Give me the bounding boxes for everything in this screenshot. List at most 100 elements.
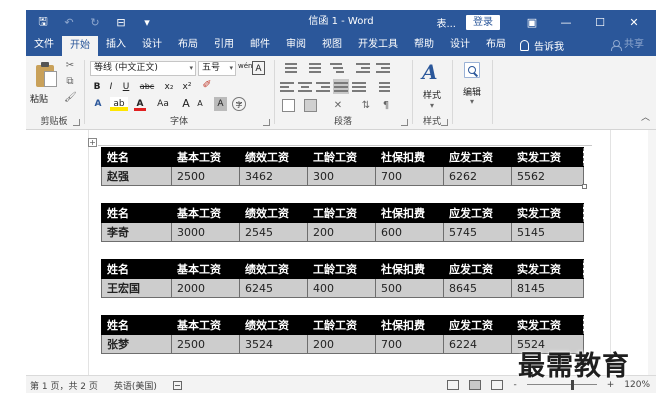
font-launcher-icon[interactable]	[263, 119, 270, 126]
strikethrough-button[interactable]: abc	[136, 80, 158, 94]
print-layout-icon[interactable]	[469, 380, 482, 390]
table-cell[interactable]: 8645	[443, 278, 512, 298]
table-header-cell[interactable]: 社保扣费	[375, 203, 444, 223]
read-mode-icon[interactable]	[447, 380, 460, 390]
highlight-button[interactable]: ab	[110, 97, 128, 111]
tab-home[interactable]: 开始	[62, 36, 98, 56]
table-header-cell[interactable]: 基本工资	[171, 203, 240, 223]
align-left-icon[interactable]	[280, 81, 294, 93]
table-header-cell[interactable]: 实发工资	[511, 203, 584, 223]
grow-font-button[interactable]: A	[180, 97, 192, 111]
table-header-cell[interactable]: 工龄工资	[307, 315, 376, 335]
table-cell[interactable]: 600	[375, 222, 444, 242]
page-count[interactable]: 第 1 页，共 2 页	[30, 379, 98, 392]
redo-icon[interactable]: ↻	[88, 15, 102, 29]
table-cell[interactable]: 6262	[443, 166, 512, 186]
table-cell[interactable]: 5145	[511, 222, 584, 242]
clear-format-icon[interactable]: ✐	[200, 78, 214, 92]
table-cell[interactable]: 2500	[171, 166, 240, 186]
table-cell[interactable]: 400	[307, 278, 376, 298]
table-cell[interactable]: 200	[307, 334, 376, 354]
table-cell[interactable]: 赵强	[101, 166, 172, 186]
italic-button[interactable]: I	[106, 80, 116, 94]
customize-icon[interactable]: ▾	[140, 15, 154, 29]
table-header-cell[interactable]: 姓名	[101, 147, 172, 167]
tab-design[interactable]: 设计	[134, 34, 170, 56]
salary-table[interactable]: 姓名 基本工资 绩效工资 工龄工资 社保扣费 应发工资 实发工资 张梦 2500 3524 200 7…	[101, 315, 584, 354]
table-header-cell[interactable]: 绩效工资	[239, 203, 308, 223]
multilevel-list-icon[interactable]	[328, 62, 346, 74]
superscript-button[interactable]: x²	[180, 80, 194, 94]
table-header-cell[interactable]: 基本工资	[171, 147, 240, 167]
cut-icon[interactable]: ✂	[64, 60, 76, 72]
table-header-cell[interactable]: 应发工资	[443, 259, 512, 279]
table-cell[interactable]: 李奇	[101, 222, 172, 242]
shading-icon[interactable]	[282, 99, 295, 112]
tab-review[interactable]: 审阅	[278, 34, 314, 56]
table-cell[interactable]: 500	[375, 278, 444, 298]
tab-references[interactable]: 引用	[206, 34, 242, 56]
table-header-cell[interactable]: 实发工资	[511, 259, 584, 279]
table-cell[interactable]: 700	[375, 334, 444, 354]
share-button[interactable]: 共享	[611, 34, 644, 56]
minimize-icon[interactable]: —	[552, 10, 580, 34]
sort-icon[interactable]: ⇅	[360, 100, 372, 112]
font-size-select[interactable]: 五号 ▾	[198, 61, 236, 76]
table-cell[interactable]: 3000	[171, 222, 240, 242]
table-header-cell[interactable]: 基本工资	[171, 315, 240, 335]
table-move-handle-icon[interactable]: +	[88, 138, 97, 147]
tab-view[interactable]: 视图	[314, 34, 350, 56]
salary-table[interactable]: 姓名 基本工资 绩效工资 工龄工资 社保扣费 应发工资 实发工资 王宏国 2000 6245 400…	[101, 259, 584, 298]
table-cell[interactable]: 8145	[511, 278, 584, 298]
table-cell[interactable]: 6224	[443, 334, 512, 354]
login-button[interactable]: 登录	[466, 14, 500, 30]
paste-icon[interactable]	[36, 62, 58, 88]
table-header-cell[interactable]: 姓名	[101, 203, 172, 223]
table-cell[interactable]: 5745	[443, 222, 512, 242]
table-header-cell[interactable]: 实发工资	[511, 147, 584, 167]
table-header-cell[interactable]: 工龄工资	[307, 203, 376, 223]
distributed-icon[interactable]	[352, 81, 366, 93]
table-header-cell[interactable]: 基本工资	[171, 259, 240, 279]
table-cell[interactable]: 200	[307, 222, 376, 242]
table-cell[interactable]: 3462	[239, 166, 308, 186]
tab-file[interactable]: 文件	[26, 34, 62, 56]
table-header-cell[interactable]: 社保扣费	[375, 259, 444, 279]
close-icon[interactable]: ✕	[620, 10, 648, 34]
change-case-button[interactable]: Aa	[152, 97, 174, 111]
table-cell[interactable]: 王宏国	[101, 278, 172, 298]
tab-table-layout[interactable]: 布局	[478, 34, 514, 56]
bold-button[interactable]: B	[92, 80, 102, 94]
web-layout-icon[interactable]	[491, 380, 504, 390]
table-cell[interactable]: 2500	[171, 334, 240, 354]
language-indicator[interactable]: 英语(美国)	[114, 379, 157, 392]
table-cell[interactable]: 700	[375, 166, 444, 186]
table-header-cell[interactable]: 应发工资	[443, 147, 512, 167]
font-name-select[interactable]: 等线 (中文正文) ▾	[90, 61, 196, 76]
tab-help[interactable]: 帮助	[406, 34, 442, 56]
table-header-cell[interactable]: 绩效工资	[239, 147, 308, 167]
format-painter-icon[interactable]: 🖌	[64, 92, 77, 104]
quick-access-icon[interactable]: ⊟	[114, 15, 128, 29]
subscript-button[interactable]: x₂	[162, 80, 176, 94]
table-header-cell[interactable]: 绩效工资	[239, 259, 308, 279]
underline-button[interactable]: U	[120, 80, 132, 94]
table-header-cell[interactable]: 工龄工资	[307, 259, 376, 279]
styles-icon[interactable]: A	[422, 60, 438, 84]
ribbon-display-icon[interactable]: ▣	[518, 10, 546, 34]
table-header-cell[interactable]: 应发工资	[443, 203, 512, 223]
salary-table[interactable]: 姓名 基本工资 绩效工资 工龄工资 社保扣费 应发工资 实发工资 李奇 3000 2545 200 6…	[101, 203, 584, 242]
table-cell[interactable]: 3524	[239, 334, 308, 354]
borders-icon[interactable]	[304, 99, 317, 112]
table-cell[interactable]: 张梦	[101, 334, 172, 354]
paragraph-launcher-icon[interactable]	[401, 119, 408, 126]
line-spacing-icon[interactable]	[374, 81, 390, 93]
collapse-ribbon-icon[interactable]: ︿	[641, 110, 650, 123]
enclose-char-button[interactable]: 字	[232, 97, 246, 111]
table-header-cell[interactable]: 应发工资	[443, 315, 512, 335]
editing-dropdown-icon[interactable]: ▾	[466, 96, 478, 108]
show-marks-icon[interactable]: ¶	[380, 100, 392, 112]
save-icon[interactable]: 🖫	[36, 15, 50, 29]
table-header-cell[interactable]: 实发工资	[511, 315, 584, 335]
table-cell[interactable]: 5562	[511, 166, 584, 186]
